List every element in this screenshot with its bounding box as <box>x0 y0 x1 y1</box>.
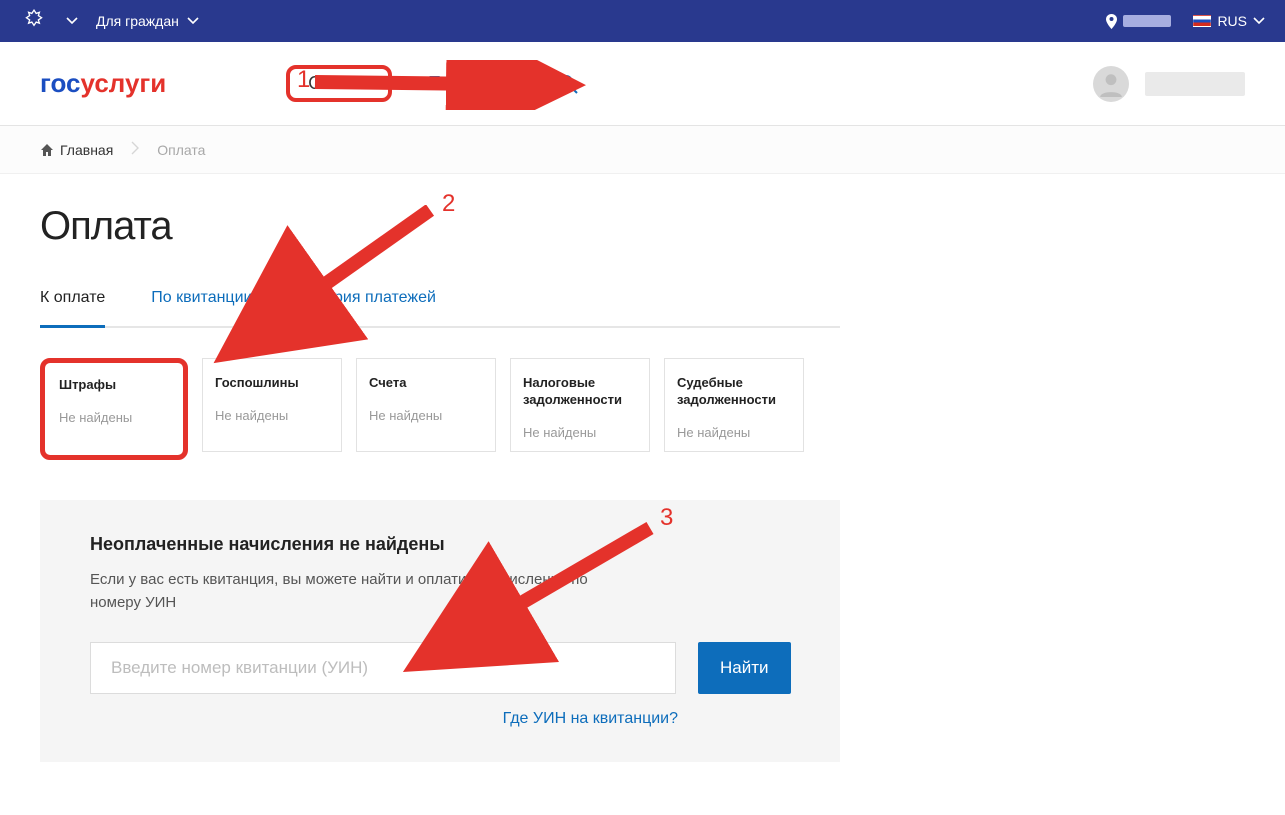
uin-help-link[interactable]: Где УИН на квитанции? <box>90 710 678 728</box>
breadcrumb-sep-icon <box>131 141 139 158</box>
card-court-debts[interactable]: Судебные задолженности Не найдены <box>664 358 804 452</box>
find-button[interactable]: Найти <box>698 642 791 694</box>
card-status: Не найдены <box>369 408 483 423</box>
page-content: Оплата К оплате По квитанции История пла… <box>0 174 1285 792</box>
tab-by-receipt[interactable]: По квитанции <box>151 289 252 326</box>
language-selector[interactable]: RUS <box>1193 13 1265 29</box>
chevron-down-icon <box>66 15 78 27</box>
breadcrumb-home[interactable]: Главная <box>40 142 113 158</box>
flag-ru-icon <box>1193 15 1211 27</box>
card-status: Не найдены <box>523 425 637 440</box>
card-status: Не найдены <box>215 408 329 423</box>
card-title: Штрафы <box>59 377 169 394</box>
logo-part2: услуги <box>81 68 167 98</box>
location-name-placeholder <box>1123 15 1171 27</box>
top-bar: Для граждан RUS <box>0 0 1285 42</box>
card-tax-debts[interactable]: Налоговые задолженности Не найдены <box>510 358 650 452</box>
card-title: Счета <box>369 375 483 392</box>
location-selector[interactable] <box>1106 14 1171 29</box>
nav-item-support[interactable]: Поддержка <box>428 73 522 94</box>
location-pin-icon <box>1106 14 1117 29</box>
logo-part1: гос <box>40 68 81 98</box>
uin-search-row: Найти <box>90 642 790 694</box>
audience-label: Для граждан <box>96 13 179 29</box>
person-icon <box>1098 71 1124 97</box>
annotation-3: 3 <box>660 504 673 532</box>
tab-to-pay[interactable]: К оплате <box>40 289 105 328</box>
topbar-right: RUS <box>1106 13 1265 29</box>
avatar-icon <box>1093 66 1129 102</box>
card-title: Судебные задолженности <box>677 375 791 409</box>
card-title: Налоговые задолженности <box>523 375 637 409</box>
tab-history[interactable]: История платежей <box>298 289 435 326</box>
card-status: Не найдены <box>59 410 169 425</box>
card-bills[interactable]: Счета Не найдены <box>356 358 496 452</box>
emblem-dropdown[interactable] <box>66 15 78 27</box>
uin-input[interactable] <box>90 642 676 694</box>
payment-tabs: К оплате По квитанции История платежей <box>40 289 840 328</box>
card-fines[interactable]: Штрафы Не найдены <box>40 358 188 460</box>
breadcrumb: Главная Оплата <box>0 126 1285 174</box>
audience-selector[interactable]: Для граждан <box>96 13 199 29</box>
card-title: Госпошлины <box>215 375 329 392</box>
card-duties[interactable]: Госпошлины Не найдены <box>202 358 342 452</box>
annotation-1: 1 <box>297 66 310 94</box>
no-charges-panel: Неоплаченные начисления не найдены Если … <box>40 500 840 762</box>
category-cards: Штрафы Не найдены Госпошлины Не найдены … <box>40 358 1245 460</box>
chevron-down-icon <box>1253 15 1265 27</box>
card-status: Не найдены <box>677 425 791 440</box>
language-label: RUS <box>1217 13 1247 29</box>
nav-search-button[interactable] <box>558 74 578 94</box>
user-area[interactable] <box>1093 66 1245 102</box>
breadcrumb-current: Оплата <box>157 142 205 158</box>
page-title: Оплата <box>40 204 1245 249</box>
chevron-down-icon <box>187 15 199 27</box>
topbar-left: Для граждан <box>20 7 199 35</box>
nav-items: Оплата Поддержка <box>286 65 578 102</box>
main-nav: госуслуги Оплата Поддержка <box>0 42 1285 126</box>
panel-text: Если у вас есть квитанция, вы можете най… <box>90 569 610 614</box>
user-name-placeholder <box>1145 72 1245 96</box>
home-icon <box>40 143 54 157</box>
panel-title: Неоплаченные начисления не найдены <box>90 534 790 555</box>
search-icon <box>558 74 578 94</box>
site-logo[interactable]: госуслуги <box>40 68 166 99</box>
state-emblem-icon <box>20 7 48 35</box>
annotation-2: 2 <box>442 190 455 218</box>
